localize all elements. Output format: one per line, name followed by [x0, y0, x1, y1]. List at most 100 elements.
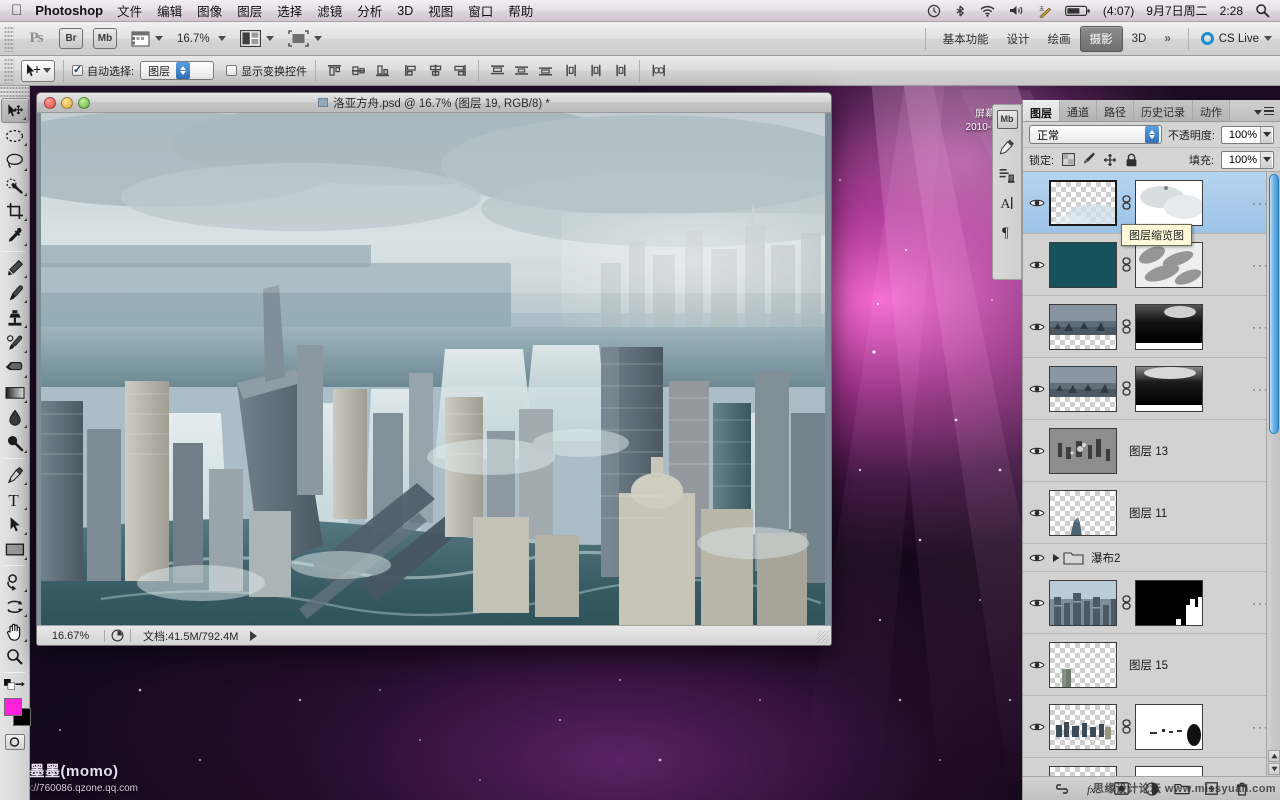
styles-icon[interactable] — [993, 161, 1021, 189]
auto-select-target-dropdown[interactable]: 图层 — [140, 61, 215, 80]
paragraph-icon[interactable]: ¶ — [993, 217, 1021, 245]
type-tool[interactable]: T — [1, 487, 29, 512]
menu-item-analysis[interactable]: 分析 — [357, 1, 382, 20]
menu-item-filter[interactable]: 滤镜 — [317, 1, 342, 20]
distribute-bottom-edges-icon[interactable] — [535, 61, 556, 81]
layers-scrollbar[interactable] — [1266, 172, 1280, 776]
layer-group-name[interactable]: 瀑布2 — [1083, 550, 1120, 566]
layer-visibility-toggle[interactable] — [1025, 597, 1049, 609]
scroll-up-arrow-icon[interactable] — [1268, 750, 1280, 762]
window-resize-grip[interactable] — [817, 631, 829, 643]
layer-mask-thumbnail[interactable] — [1135, 365, 1203, 412]
link-layers-icon[interactable] — [1054, 781, 1070, 797]
mini-bridge-icon[interactable]: Mb — [993, 105, 1021, 133]
menu-item-layer[interactable]: 图层 — [237, 1, 262, 20]
color-swatches[interactable] — [0, 696, 31, 730]
tab-layers[interactable]: 图层 — [1023, 100, 1060, 121]
timemachine-icon[interactable] — [927, 4, 941, 18]
layer-link-icon[interactable] — [1117, 318, 1135, 335]
layer-mask-thumbnail[interactable] — [1135, 579, 1203, 626]
layer-visibility-toggle[interactable] — [1025, 197, 1049, 209]
document-title-bar[interactable]: 洛亚方舟.psd @ 16.7% (图层 19, RGB/8) * — [37, 93, 831, 113]
menu-item-file[interactable]: 文件 — [117, 1, 142, 20]
workspace-design[interactable]: 设计 — [998, 27, 1039, 51]
launch-mini-bridge-button[interactable]: Mb — [93, 28, 117, 49]
zoom-chevron-down-icon[interactable] — [217, 36, 226, 41]
show-transform-controls-checkbox[interactable] — [226, 65, 238, 76]
brush-tool[interactable] — [1, 280, 29, 305]
opacity-chevron-down-icon[interactable] — [1260, 126, 1272, 143]
layer-mask-thumbnail[interactable] — [1135, 303, 1203, 350]
layer-mask-thumbnail[interactable] — [1135, 765, 1203, 776]
layer-name[interactable]: 图层 13 — [1117, 443, 1168, 459]
bluetooth-icon[interactable] — [953, 4, 967, 18]
hand-tool[interactable] — [1, 619, 29, 644]
layer-link-icon[interactable] — [1117, 256, 1135, 273]
table-row[interactable]: ··· — [1023, 296, 1280, 358]
blend-mode-dropdown[interactable]: 正常 — [1029, 125, 1162, 144]
layer-visibility-toggle[interactable] — [1025, 507, 1049, 519]
layer-thumbnail[interactable] — [1049, 303, 1117, 350]
align-right-edges-icon[interactable] — [449, 61, 470, 81]
layer-thumbnail[interactable] — [1049, 641, 1117, 688]
expand-group-chevron-right-icon[interactable] — [1049, 553, 1063, 563]
tab-paths[interactable]: 路径 — [1097, 100, 1134, 121]
lock-all-icon[interactable] — [1124, 153, 1138, 167]
menu-item-3d[interactable]: 3D — [397, 4, 413, 18]
lock-image-pixels-icon[interactable] — [1082, 152, 1096, 167]
view-extras-chevron-down-icon[interactable] — [155, 36, 163, 41]
toolbox-grip[interactable] — [0, 86, 29, 98]
marquee-tool[interactable] — [1, 123, 29, 148]
arrange-chevron-down-icon[interactable] — [265, 36, 274, 41]
zoom-window-button[interactable] — [78, 97, 90, 109]
layer-thumbnail[interactable] — [1049, 765, 1117, 776]
menu-item-help[interactable]: 帮助 — [508, 1, 533, 20]
document-window[interactable]: 洛亚方舟.psd @ 16.7% (图层 19, RGB/8) * 16.67%… — [36, 92, 832, 646]
gradient-tool[interactable] — [1, 380, 29, 405]
table-row[interactable]: ··· — [1023, 758, 1280, 776]
path-selection-tool[interactable] — [1, 512, 29, 537]
history-brush-tool[interactable] — [1, 330, 29, 355]
dodge-tool[interactable] — [1, 430, 29, 455]
menu-app-name[interactable]: Photoshop — [35, 3, 103, 18]
align-top-edges-icon[interactable] — [324, 61, 345, 81]
eyedropper-tool[interactable] — [1, 223, 29, 248]
distribute-vertical-centers-icon[interactable] — [511, 61, 532, 81]
eraser-tool[interactable] — [1, 355, 29, 380]
layer-link-icon[interactable] — [1117, 380, 1135, 397]
table-row[interactable]: ··· — [1023, 696, 1280, 758]
pen-tool[interactable] — [1, 462, 29, 487]
menu-item-select[interactable]: 选择 — [277, 1, 302, 20]
layer-thumbnail[interactable] — [1049, 579, 1117, 626]
spotlight-search-icon[interactable] — [1255, 3, 1270, 18]
align-bottom-edges-icon[interactable] — [372, 61, 393, 81]
quick-selection-tool[interactable] — [1, 173, 29, 198]
panel-menu-icon[interactable] — [1248, 100, 1280, 121]
minimize-window-button[interactable] — [61, 97, 73, 109]
appbar-grip[interactable] — [4, 25, 14, 52]
screen-mode-chevron-down-icon[interactable] — [313, 36, 322, 41]
menu-item-view[interactable]: 视图 — [428, 1, 453, 20]
zoom-tool[interactable] — [1, 644, 29, 669]
3d-rotate-tool[interactable] — [1, 569, 29, 594]
tab-actions[interactable]: 动作 — [1193, 100, 1230, 121]
status-zoom-level[interactable]: 16.67% — [37, 629, 105, 642]
layer-link-icon[interactable] — [1117, 194, 1135, 211]
layer-thumbnail[interactable] — [1049, 427, 1117, 474]
lock-position-icon[interactable] — [1103, 153, 1117, 167]
fill-chevron-down-icon[interactable] — [1260, 151, 1272, 168]
foreground-color-swatch[interactable] — [4, 698, 22, 716]
swap-colors-icon[interactable] — [15, 679, 25, 691]
layer-thumbnail[interactable] — [1049, 241, 1117, 288]
crop-tool[interactable] — [1, 198, 29, 223]
lasso-tool[interactable] — [1, 148, 29, 173]
wifi-icon[interactable] — [979, 4, 996, 17]
layer-thumbnail[interactable] — [1049, 179, 1117, 226]
layer-thumbnail[interactable] — [1049, 489, 1117, 536]
default-colors-icon[interactable] — [4, 678, 15, 691]
optionsbar-grip[interactable] — [4, 57, 14, 84]
tool-preset-picker[interactable] — [21, 59, 55, 82]
layer-mask-thumbnail[interactable] — [1135, 241, 1203, 288]
layer-thumbnail[interactable] — [1049, 365, 1117, 412]
adjustments-icon[interactable] — [993, 133, 1021, 161]
